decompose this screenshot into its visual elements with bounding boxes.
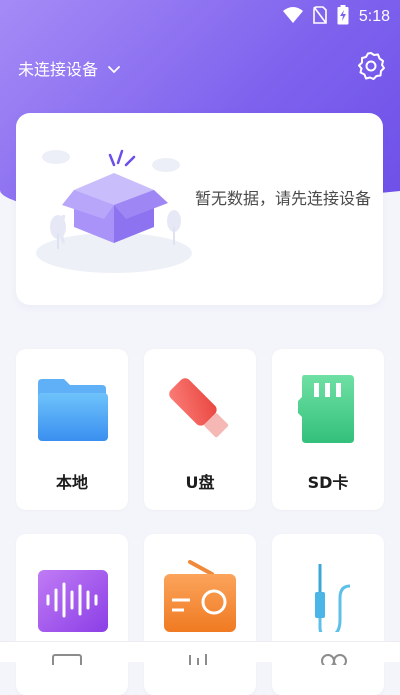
- device-status-card: 暂无数据，请先连接设备: [16, 113, 383, 305]
- no-sim-icon: [313, 6, 327, 28]
- profile-icon[interactable]: [318, 650, 350, 669]
- device-label: 未连接设备: [18, 60, 99, 79]
- radio-icon: [160, 556, 240, 632]
- tile-sd-card[interactable]: SD卡: [272, 349, 384, 510]
- tile-label: U盘: [185, 473, 215, 492]
- tile-aux[interactable]: [272, 534, 384, 695]
- play-icon[interactable]: [52, 650, 82, 669]
- empty-state-message: 暂无数据，请先连接设备: [194, 189, 371, 208]
- tile-audio[interactable]: [16, 534, 128, 695]
- tile-radio[interactable]: [144, 534, 256, 695]
- chevron-down-icon: [108, 59, 120, 78]
- bottom-nav: [0, 641, 400, 668]
- empty-box-illustration: [34, 145, 194, 275]
- folder-icon: [32, 371, 112, 447]
- battery-charging-icon: [337, 5, 349, 29]
- clock: 5:18: [358, 8, 390, 25]
- sd-card-icon: [288, 371, 368, 447]
- tile-local[interactable]: 本地: [16, 349, 128, 510]
- wifi-icon: [282, 7, 303, 27]
- app-header: 未连接设备: [18, 52, 386, 84]
- gear-icon[interactable]: [356, 51, 386, 85]
- equalizer-icon[interactable]: [186, 650, 214, 669]
- device-selector[interactable]: 未连接设备: [18, 56, 120, 80]
- aux-cable-icon: [288, 556, 368, 638]
- tile-label: SD卡: [307, 473, 349, 492]
- tile-label: 本地: [55, 473, 88, 492]
- tile-usb[interactable]: U盘: [144, 349, 256, 510]
- audio-wave-icon: [32, 556, 112, 632]
- status-bar: 5:18: [0, 0, 400, 34]
- usb-drive-icon: [160, 371, 240, 447]
